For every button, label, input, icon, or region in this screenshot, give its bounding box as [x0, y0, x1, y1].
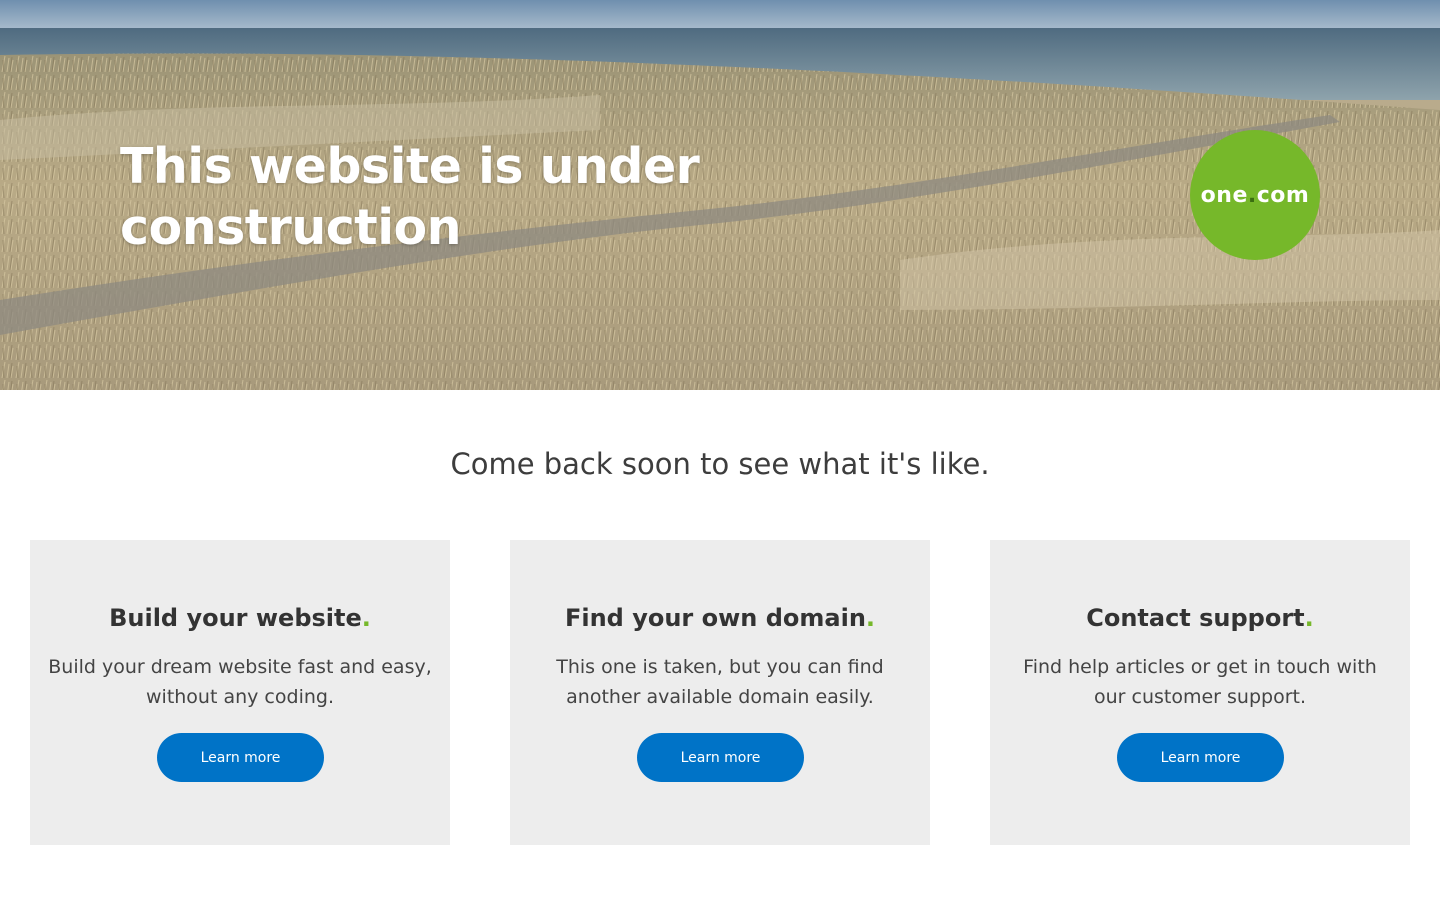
- card-title: Find your own domain.: [510, 602, 930, 634]
- accent-dot: .: [865, 604, 876, 632]
- logo-dot: .: [1247, 182, 1257, 208]
- card-title: Contact support.: [990, 602, 1410, 634]
- card-title-text: Find your own domain: [564, 604, 866, 632]
- learn-more-button[interactable]: Learn more: [637, 733, 804, 782]
- card-title-text: Build your website: [109, 604, 362, 632]
- card-description: This one is taken, but you can find anot…: [556, 656, 884, 708]
- logo-part-one: one: [1200, 182, 1248, 208]
- card-description: Find help articles or get in touch with …: [1023, 656, 1377, 708]
- accent-dot: .: [1304, 604, 1314, 632]
- hero-banner: This website is under construction one.c…: [0, 0, 1440, 390]
- learn-more-button[interactable]: Learn more: [157, 733, 324, 782]
- accent-dot: .: [361, 604, 371, 632]
- card-title: Build your website.: [30, 602, 450, 634]
- card-contact-support: Contact support. Find help articles or g…: [990, 540, 1410, 845]
- learn-more-button[interactable]: Learn more: [1117, 733, 1284, 782]
- card-description: Build your dream website fast and easy, …: [48, 656, 432, 708]
- page-title: This website is under construction: [120, 138, 700, 256]
- card-find-domain: Find your own domain. This one is taken,…: [510, 540, 930, 845]
- card-title-text: Contact support: [1086, 604, 1305, 632]
- tagline: Come back soon to see what it's like.: [450, 447, 990, 481]
- card-build-website: Build your website. Build your dream web…: [30, 540, 450, 845]
- logo-wordmark: one.com: [1201, 183, 1310, 208]
- logo-part-com: com: [1256, 182, 1310, 208]
- feature-cards: Build your website. Build your dream web…: [30, 540, 1410, 845]
- brand-logo[interactable]: one.com: [1190, 130, 1320, 260]
